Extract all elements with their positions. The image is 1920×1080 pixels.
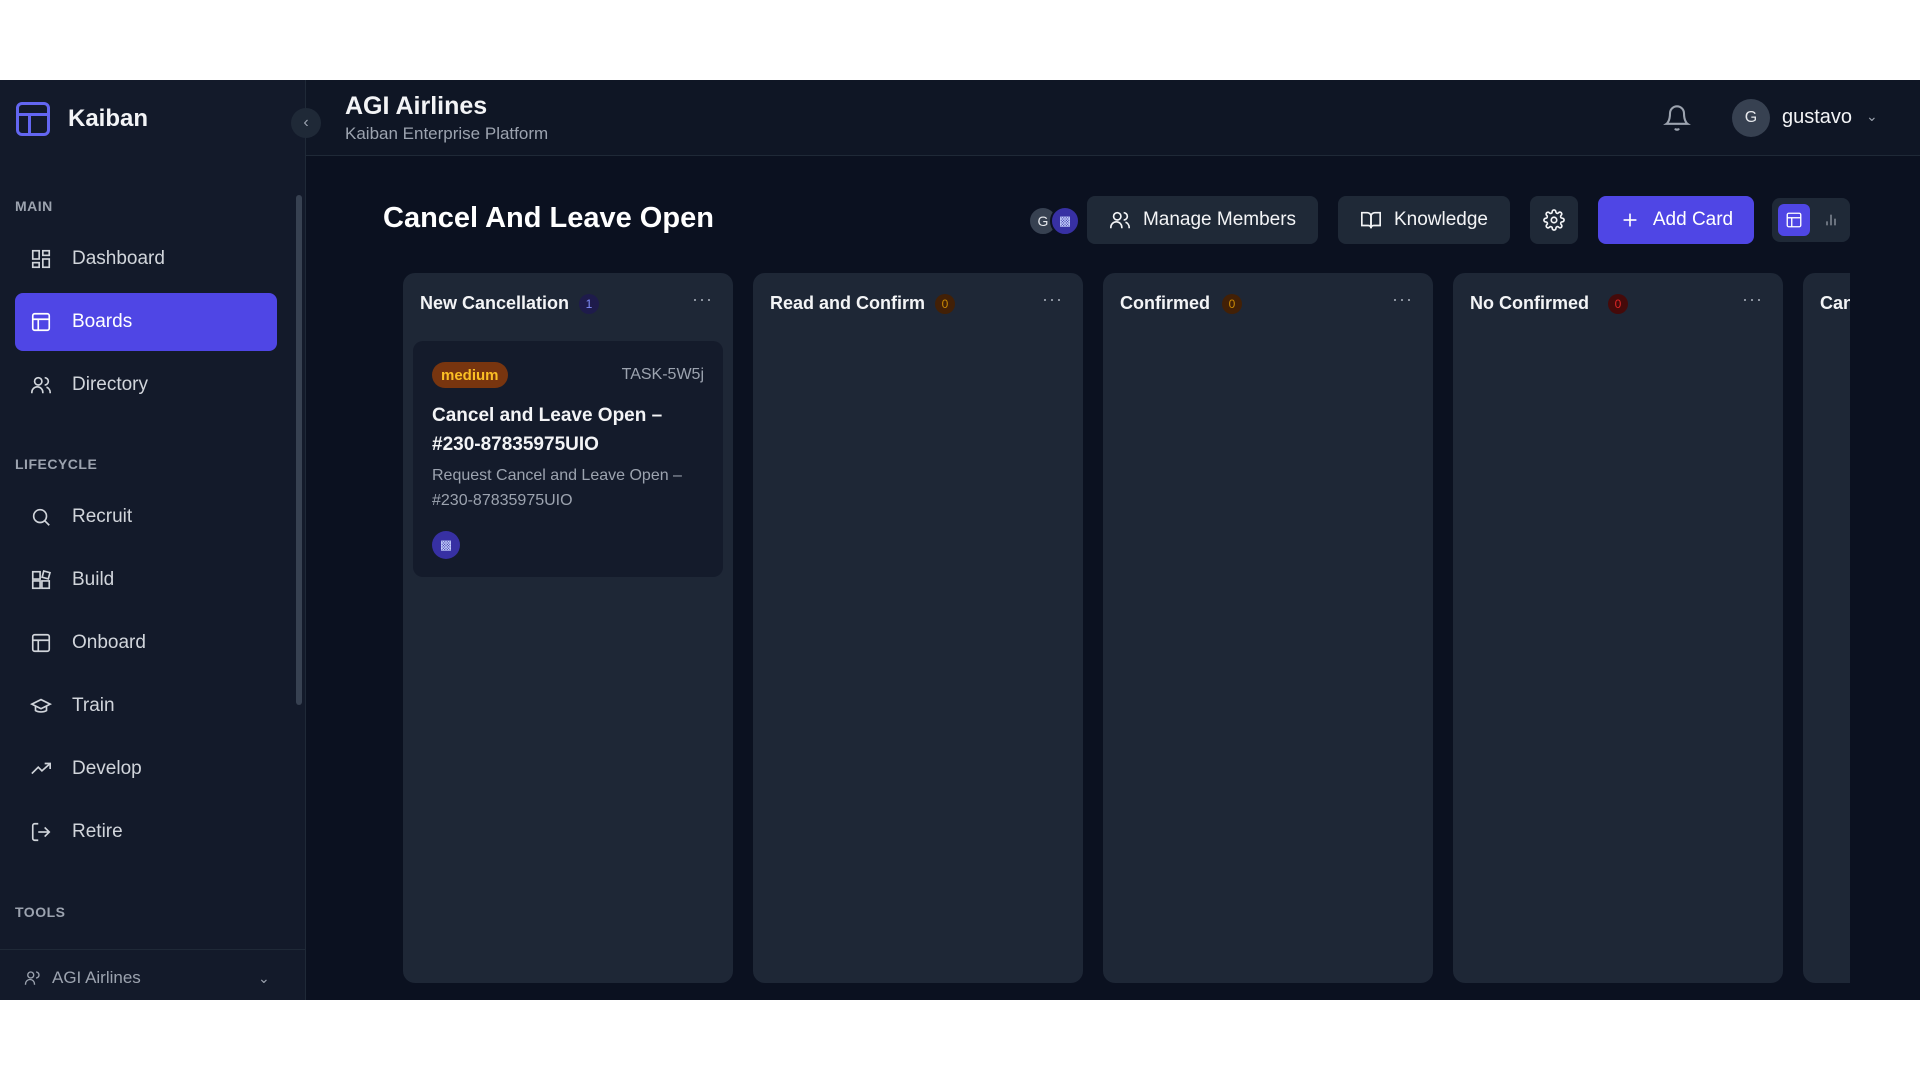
board-icon (1786, 212, 1802, 228)
column-count-badge: 0 (1608, 294, 1628, 314)
sidebar-scrollbar[interactable] (296, 195, 302, 705)
sidebar-item-label: Boards (72, 311, 133, 332)
card-title: Cancel and Leave Open – #230-87835975UIO (432, 405, 663, 455)
org-switcher-label: AGI Airlines (52, 968, 141, 987)
sidebar-item-build[interactable]: Build (15, 551, 277, 609)
analytics-view-button[interactable] (1816, 204, 1846, 236)
notifications-bell-icon[interactable] (1663, 104, 1691, 132)
sidebar-item-label: Develop (72, 758, 142, 779)
top-header: AGI Airlines Kaiban Enterprise Platform … (306, 80, 1920, 156)
column-read-and-confirm: Read and Confirm 0 ··· (753, 273, 1083, 983)
trending-up-icon (30, 758, 52, 780)
sidebar-item-label: Build (72, 569, 115, 590)
card-description: Request Cancel and Leave Open – #230-878… (432, 467, 682, 509)
bot-icon[interactable]: ▩ (1050, 206, 1080, 236)
column-partial: Can (1803, 273, 1850, 983)
app-window: Kaiban MAIN Dashboard Boards Directory L… (0, 80, 1920, 1000)
column-title: Confirmed (1120, 293, 1210, 313)
more-horizontal-icon[interactable]: ··· (692, 289, 713, 310)
add-card-label: Add Card (1652, 209, 1734, 230)
sidebar-item-label: Recruit (72, 506, 133, 527)
sidebar-item-train[interactable]: Train (15, 677, 277, 735)
sidebar-item-retire[interactable]: Retire (15, 803, 277, 861)
sidebar-divider (0, 949, 306, 950)
manage-members-label: Manage Members (1142, 209, 1297, 230)
board-icon (30, 311, 52, 333)
collapse-sidebar-button[interactable]: ‹ (291, 108, 321, 138)
knowledge-label: Knowledge (1393, 209, 1489, 230)
view-toggle (1772, 198, 1850, 242)
chevron-down-icon[interactable]: ⌄ (1866, 108, 1878, 125)
bar-chart-icon (1826, 214, 1836, 226)
board-view-button[interactable] (1778, 204, 1810, 236)
knowledge-button[interactable]: Knowledge (1338, 196, 1510, 244)
dashboard-icon (30, 248, 52, 270)
board-members[interactable]: G ▩ (1028, 206, 1080, 236)
column-count-badge: 0 (1222, 294, 1242, 314)
sidebar-item-label: Onboard (72, 632, 146, 653)
users-icon (24, 971, 40, 985)
sidebar-item-directory[interactable]: Directory (15, 356, 277, 414)
board-settings-button[interactable] (1530, 196, 1578, 244)
gear-icon (1543, 209, 1565, 231)
blocks-icon (30, 569, 52, 591)
layout-icon (30, 632, 52, 654)
add-card-button[interactable]: Add Card (1598, 196, 1754, 244)
column-confirmed: Confirmed 0 ··· (1103, 273, 1433, 983)
column-title: Can (1820, 293, 1850, 313)
section-label-tools: TOOLS (15, 904, 66, 920)
sidebar-item-onboard[interactable]: Onboard (15, 614, 277, 672)
board-title: Cancel And Leave Open (383, 202, 714, 234)
sidebar-item-label: Dashboard (72, 248, 165, 269)
column-new-cancellation: New Cancellation 1 ··· medium TASK-5W5j … (403, 273, 733, 983)
column-no-confirmed: No Confirmed 0 ··· (1453, 273, 1783, 983)
users-icon (1109, 211, 1130, 229)
column-count-badge: 1 (579, 294, 599, 314)
book-open-icon (1360, 211, 1381, 229)
sidebar-item-recruit[interactable]: Recruit (15, 488, 277, 546)
priority-badge: medium (432, 362, 508, 388)
sidebar: Kaiban MAIN Dashboard Boards Directory L… (0, 80, 306, 1000)
sidebar-item-label: Directory (72, 374, 149, 395)
sidebar-item-label: Train (72, 695, 115, 716)
section-label-main: MAIN (15, 198, 53, 214)
chevron-down-icon[interactable]: ⌄ (258, 970, 270, 987)
column-title: Read and Confirm (770, 293, 926, 313)
users-icon (30, 374, 52, 396)
more-horizontal-icon[interactable]: ··· (1392, 289, 1413, 310)
more-horizontal-icon[interactable]: ··· (1742, 289, 1763, 310)
column-title: New Cancellation (420, 293, 570, 313)
org-subtitle: Kaiban Enterprise Platform (345, 124, 549, 143)
sidebar-item-boards[interactable]: Boards (15, 293, 277, 351)
column-count-badge: 0 (935, 294, 955, 314)
org-switcher[interactable]: AGI Airlines (24, 968, 141, 988)
org-title: AGI Airlines (345, 92, 488, 120)
task-card[interactable]: medium TASK-5W5j Cancel and Leave Open –… (413, 341, 723, 577)
manage-members-button[interactable]: Manage Members (1087, 196, 1318, 244)
chevron-left-icon: ‹ (303, 114, 309, 131)
board-columns: New Cancellation 1 ··· medium TASK-5W5j … (400, 273, 1850, 987)
task-id: TASK-5W5j (621, 366, 704, 383)
sidebar-item-develop[interactable]: Develop (15, 740, 277, 798)
bot-icon[interactable]: ▩ (432, 531, 460, 559)
sidebar-item-label: Retire (72, 821, 123, 842)
plus-icon (1623, 213, 1637, 227)
search-icon (30, 506, 52, 528)
more-horizontal-icon[interactable]: ··· (1042, 289, 1063, 310)
user-avatar[interactable]: G (1732, 99, 1770, 137)
brand[interactable]: Kaiban (16, 100, 148, 138)
kaiban-logo-icon (16, 102, 50, 136)
graduation-cap-icon (30, 695, 52, 717)
section-label-lifecycle: LIFECYCLE (15, 456, 98, 472)
brand-name: Kaiban (68, 105, 149, 132)
user-name[interactable]: gustavo (1782, 106, 1852, 129)
column-title: No Confirmed (1470, 293, 1589, 313)
sidebar-item-dashboard[interactable]: Dashboard (15, 230, 277, 288)
logout-icon (30, 821, 52, 843)
